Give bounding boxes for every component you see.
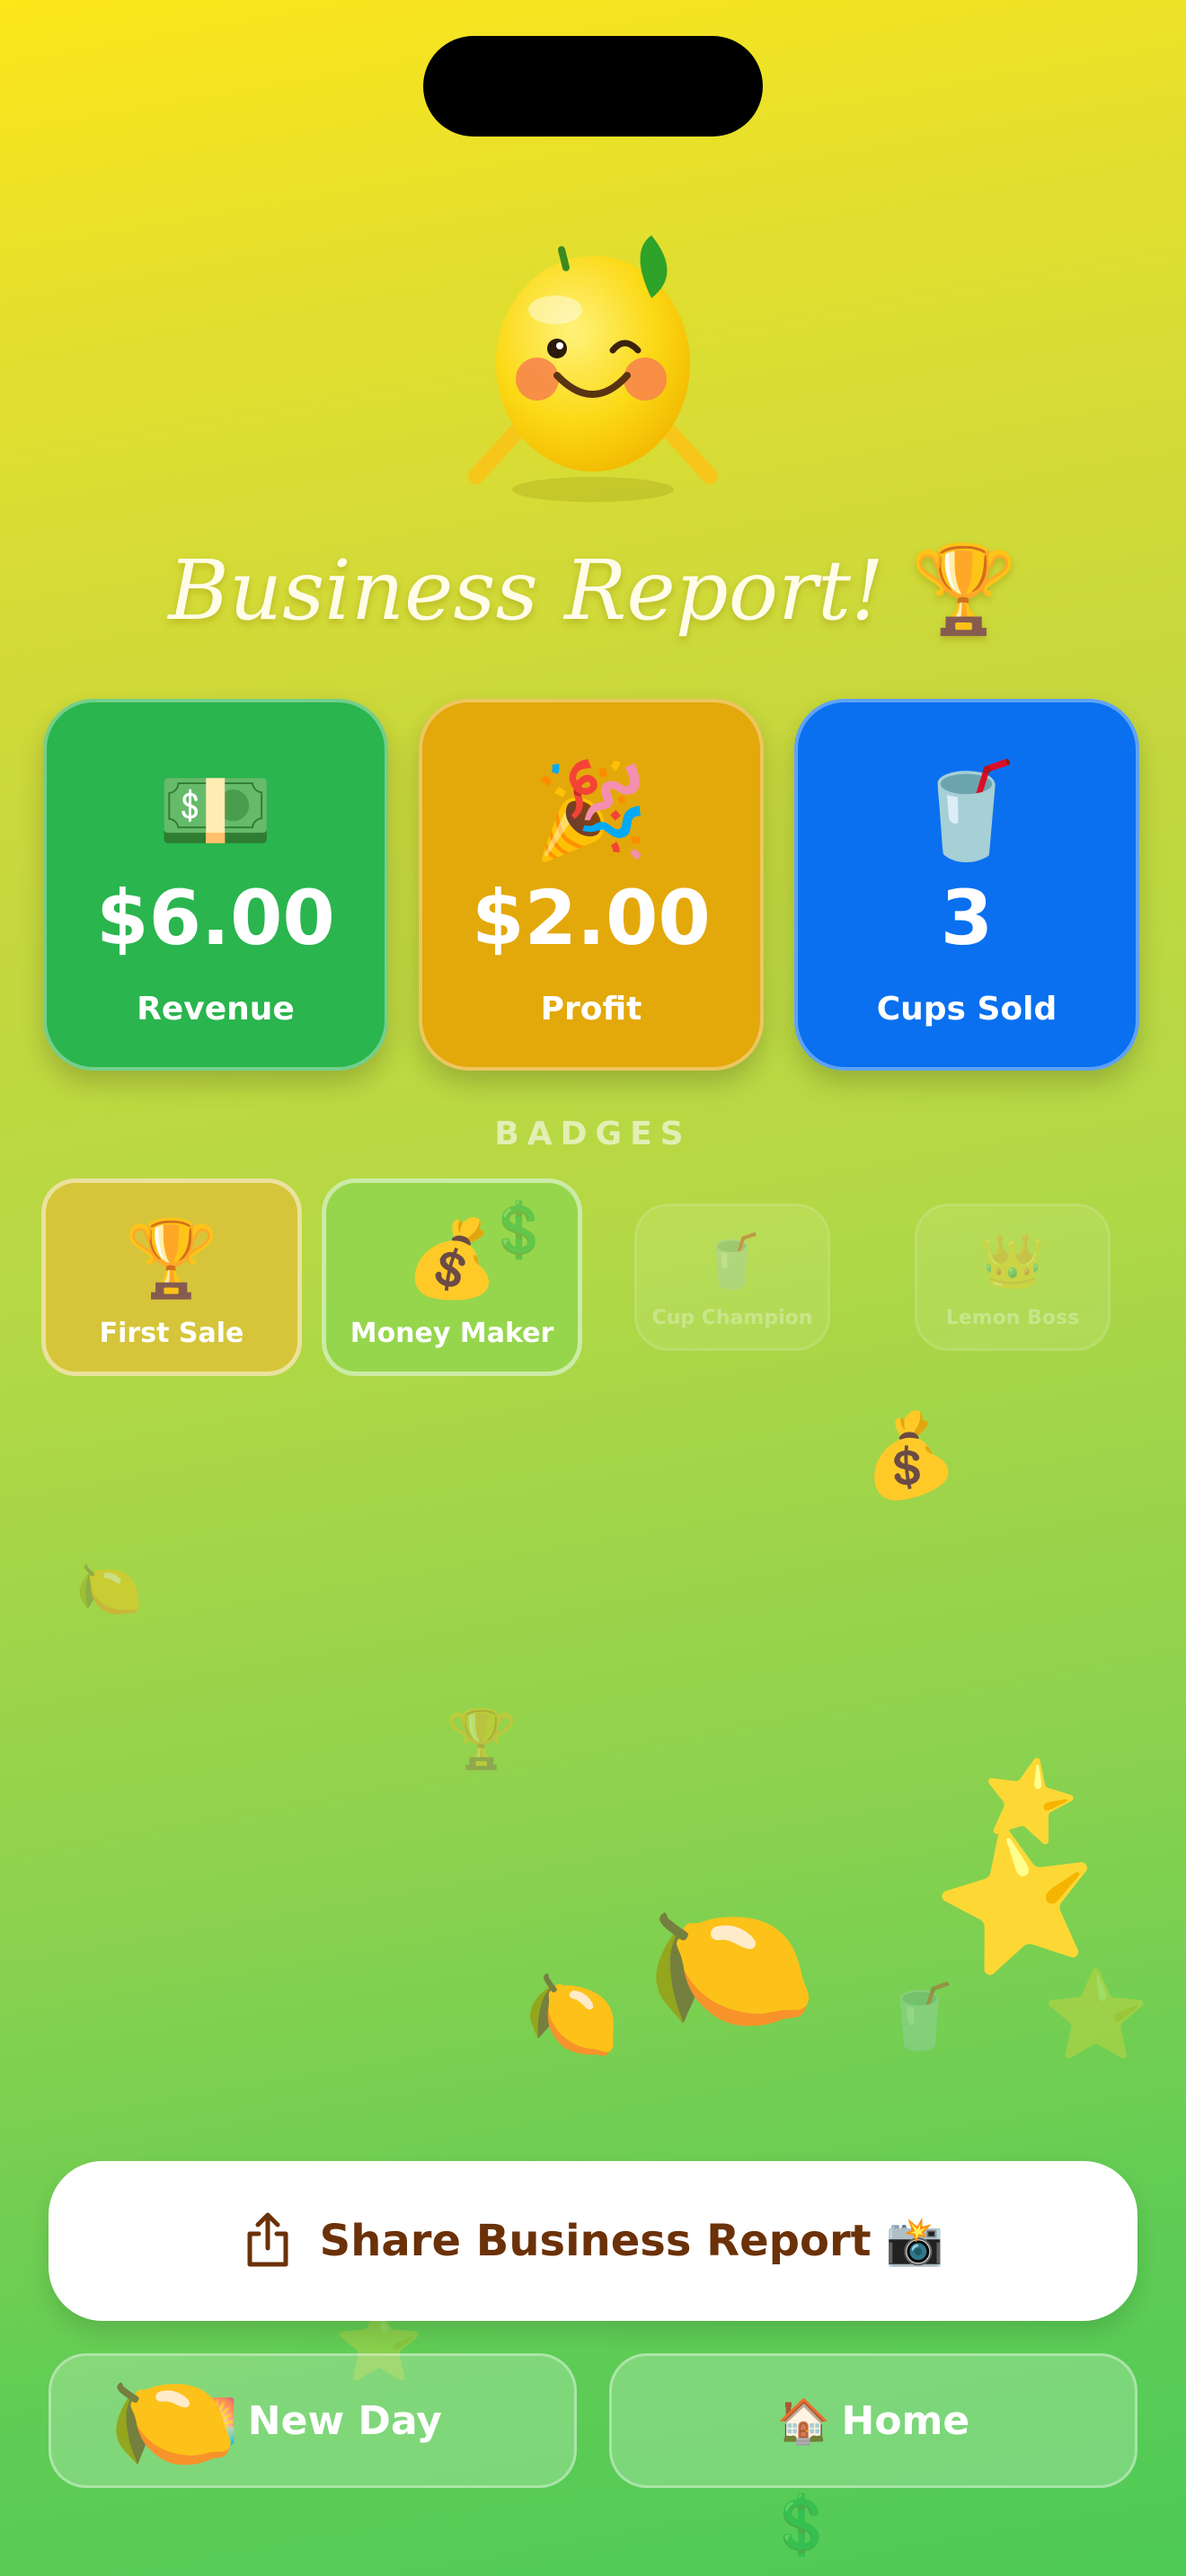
trophy-icon: 🏆 <box>446 1707 518 1773</box>
house-icon: 🏠 <box>776 2395 831 2447</box>
share-report-label: Share Business Report <box>319 2216 872 2266</box>
cups-sold-card: 🥤 3 Cups Sold <box>794 699 1139 1071</box>
badge-label: First Sale <box>99 1318 244 1349</box>
lemon-icon: 🍋 <box>75 1558 143 1621</box>
profit-label: Profit <box>540 991 642 1028</box>
share-icon <box>247 2212 288 2267</box>
lemon-icon: 🍋 <box>98 2352 243 2491</box>
badge-cup-champion[interactable]: 🥤 Cup Champion <box>634 1204 830 1351</box>
cup-icon: 🥤 <box>908 755 1025 865</box>
profit-value: $2.00 <box>472 874 711 962</box>
star-icon: ⭐ <box>919 1805 1117 1994</box>
badge-lemon-boss[interactable]: 👑 Lemon Boss <box>915 1204 1111 1351</box>
cup-icon: 🥤 <box>881 1980 960 2053</box>
money-icon: 💵 <box>157 755 274 865</box>
badges-header: BADGES <box>494 1116 692 1152</box>
dollar-icon: 💲 <box>766 2492 837 2559</box>
page-title: Business Report! 🏆 <box>0 539 1186 640</box>
badge-label: Cup Champion <box>651 1307 813 1329</box>
badge-label: Lemon Boss <box>945 1307 1080 1329</box>
share-report-button[interactable]: Share Business Report 📸 <box>49 2161 1137 2321</box>
home-label: Home <box>841 2397 970 2444</box>
crown-icon: 👑 <box>979 1231 1046 1292</box>
money-bag-icon: 💰 <box>846 1400 964 1513</box>
revenue-label: Revenue <box>137 991 295 1028</box>
new-day-label: New Day <box>247 2397 442 2444</box>
revenue-value: $6.00 <box>96 874 335 962</box>
lemon-icon: 🍋 <box>517 1961 631 2069</box>
badge-label: Money Maker <box>350 1318 554 1349</box>
lemon-icon: 🍋 <box>634 1877 823 2057</box>
lemon-mascot-icon <box>468 235 718 502</box>
badge-first-sale[interactable]: 🏆 First Sale <box>41 1178 302 1376</box>
cup-icon: 🥤 <box>699 1231 766 1292</box>
trophy-icon: 🏆 <box>910 539 1018 640</box>
party-popper-icon: 🎉 <box>533 755 650 865</box>
home-button[interactable]: 🏠 Home <box>609 2353 1137 2488</box>
star-icon: ⭐ <box>1042 1964 1150 2065</box>
trophy-icon: 🏆 <box>124 1214 219 1302</box>
dollar-icon: 💲 <box>485 1199 553 1262</box>
page-title-text: Business Report! <box>168 543 884 639</box>
camera-icon: 📸 <box>885 2214 944 2269</box>
cups-sold-label: Cups Sold <box>876 991 1058 1028</box>
revenue-card: 💵 $6.00 Revenue <box>43 699 388 1071</box>
dynamic-island <box>423 36 763 137</box>
profit-card: 🎉 $2.00 Profit <box>419 699 764 1071</box>
cups-sold-value: 3 <box>940 874 994 962</box>
